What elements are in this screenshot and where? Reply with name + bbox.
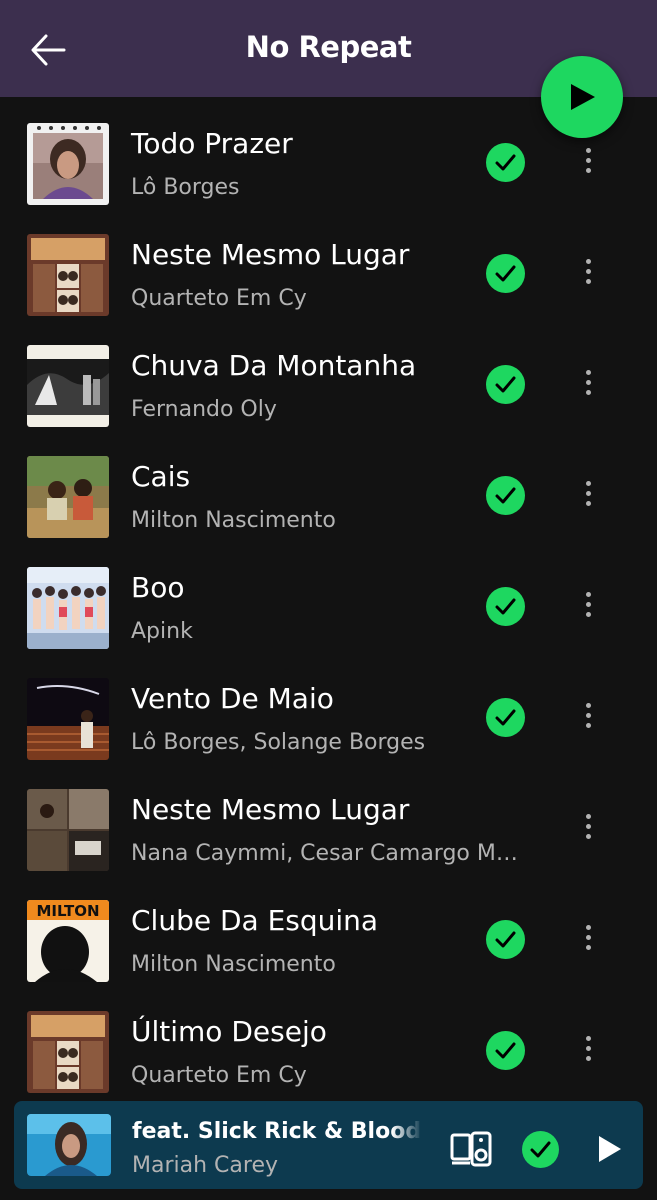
checkmark-icon	[495, 376, 516, 393]
track-artist: Nana Caymmi, Cesar Camargo Mar...	[131, 841, 531, 866]
track-row[interactable]: Chuva Da Montanha Fernando Oly	[0, 319, 657, 430]
checkmark-icon	[495, 1042, 516, 1059]
track-row[interactable]: Neste Mesmo Lugar Quarteto Em Cy	[0, 208, 657, 319]
checkmark-icon	[495, 265, 516, 282]
album-art	[27, 123, 109, 205]
track-title: Vento De Maio	[131, 682, 334, 715]
page-title: No Repeat	[245, 30, 412, 64]
track-title: Neste Mesmo Lugar	[131, 793, 410, 826]
album-art	[27, 345, 109, 427]
more-options-icon[interactable]	[576, 920, 600, 960]
play-button[interactable]	[541, 56, 623, 138]
track-artist: Apink	[131, 619, 193, 644]
track-artist: Fernando Oly	[131, 397, 277, 422]
album-art: MILTON	[27, 900, 109, 982]
track-row[interactable]: Cais Milton Nascimento	[0, 430, 657, 541]
liked-check-button[interactable]	[486, 920, 525, 959]
album-art	[27, 234, 109, 316]
track-title: Boo	[131, 571, 185, 604]
liked-check-button[interactable]	[486, 476, 525, 515]
liked-check-button[interactable]	[486, 698, 525, 737]
checkmark-icon	[530, 1141, 551, 1158]
track-artist: Lô Borges	[131, 175, 240, 200]
track-artist: Quarteto Em Cy	[131, 1063, 307, 1088]
more-options-icon[interactable]	[576, 809, 600, 849]
checkmark-icon	[495, 598, 516, 615]
liked-check-button[interactable]	[486, 1031, 525, 1070]
album-art	[27, 789, 109, 871]
track-title: Neste Mesmo Lugar	[131, 238, 410, 271]
liked-check-button[interactable]	[486, 587, 525, 626]
track-title: Chuva Da Montanha	[131, 349, 417, 382]
track-row[interactable]: Vento De Maio Lô Borges, Solange Borges	[0, 652, 657, 763]
track-row[interactable]: Último Desejo Quarteto Em Cy	[0, 985, 657, 1096]
album-art	[27, 456, 109, 538]
track-title: Último Desejo	[131, 1015, 327, 1048]
mini-player[interactable]: feat. Slick Rick & Blood O Mariah Carey	[14, 1101, 643, 1189]
connect-device-icon[interactable]	[450, 1131, 492, 1167]
more-options-icon[interactable]	[576, 143, 600, 183]
track-row[interactable]: Neste Mesmo Lugar Nana Caymmi, Cesar Cam…	[0, 763, 657, 874]
track-title: Clube Da Esquina	[131, 904, 379, 937]
liked-check-button[interactable]	[486, 143, 525, 182]
more-options-icon[interactable]	[576, 698, 600, 738]
checkmark-icon	[495, 709, 516, 726]
track-title: Cais	[131, 460, 191, 493]
album-art-text: MILTON	[36, 902, 99, 920]
track-artist: Lô Borges, Solange Borges	[131, 730, 426, 755]
track-list: Todo Prazer Lô Borges Neste Mesmo Lugar …	[0, 97, 657, 1096]
album-art	[27, 678, 109, 760]
album-art	[27, 1011, 109, 1093]
now-playing-artist: Mariah Carey	[132, 1153, 278, 1178]
track-row[interactable]: Boo Apink	[0, 541, 657, 652]
now-playing-title: feat. Slick Rick & Blood O	[132, 1119, 422, 1144]
more-options-icon[interactable]	[576, 254, 600, 294]
now-playing-art	[27, 1114, 111, 1176]
checkmark-icon	[495, 487, 516, 504]
liked-check-button[interactable]	[486, 254, 525, 293]
track-artist: Milton Nascimento	[131, 952, 336, 977]
play-icon[interactable]	[597, 1134, 623, 1164]
track-artist: Milton Nascimento	[131, 508, 336, 533]
more-options-icon[interactable]	[576, 365, 600, 405]
play-icon	[571, 84, 595, 110]
liked-check-button[interactable]	[486, 365, 525, 404]
track-row[interactable]: MILTON Clube Da Esquina Milton Nasciment…	[0, 874, 657, 985]
liked-check-button[interactable]	[522, 1131, 559, 1168]
checkmark-icon	[495, 931, 516, 948]
more-options-icon[interactable]	[576, 587, 600, 627]
track-artist: Quarteto Em Cy	[131, 286, 307, 311]
checkmark-icon	[495, 154, 516, 171]
album-art	[27, 567, 109, 649]
more-options-icon[interactable]	[576, 1031, 600, 1071]
track-title: Todo Prazer	[131, 127, 293, 160]
more-options-icon[interactable]	[576, 476, 600, 516]
